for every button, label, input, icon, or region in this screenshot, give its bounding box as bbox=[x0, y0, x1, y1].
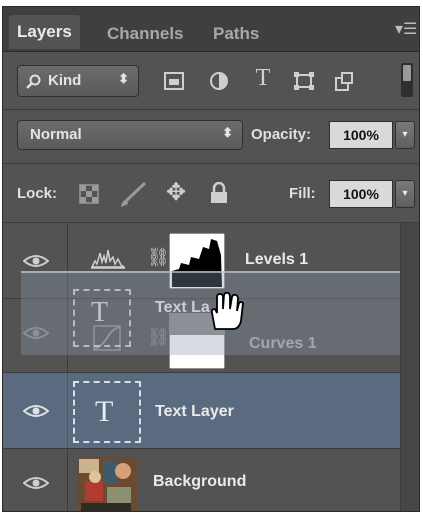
updown-arrows-icon: ⬍ bbox=[222, 125, 233, 140]
lock-position-icon[interactable]: ✥ bbox=[163, 178, 189, 207]
text-layer-thumbnail[interactable]: T bbox=[73, 381, 141, 443]
filter-toggle-switch[interactable] bbox=[401, 63, 413, 97]
smart-object-filter-icon[interactable] bbox=[333, 71, 355, 91]
shape-filter-icon[interactable] bbox=[293, 71, 315, 91]
lock-row: Lock: ✥ Fill: 100% ▾ bbox=[3, 164, 419, 222]
lock-label: Lock: bbox=[17, 185, 58, 202]
layer-name: Levels 1 bbox=[245, 251, 309, 268]
hand-cursor-icon bbox=[210, 291, 244, 330]
lock-image-icon[interactable] bbox=[119, 180, 149, 208]
fill-input[interactable]: 100% bbox=[329, 180, 393, 208]
panel-tab-bar: Layers Channels Paths ▾☰ bbox=[3, 7, 419, 52]
opacity-dropdown-button[interactable]: ▾ bbox=[395, 121, 415, 149]
layers-scrollbar[interactable] bbox=[400, 223, 419, 511]
kind-filter-label: Kind bbox=[48, 72, 82, 89]
filter-row: Kind ⬍ T bbox=[3, 51, 419, 109]
visibility-eye-icon[interactable] bbox=[23, 253, 49, 269]
tab-paths[interactable]: Paths bbox=[205, 17, 267, 51]
tab-layers[interactable]: Layers bbox=[9, 15, 80, 49]
layers-panel: Layers Channels Paths ▾☰ Kind ⬍ T Normal… bbox=[2, 6, 420, 512]
kind-filter-select[interactable]: Kind ⬍ bbox=[17, 65, 139, 97]
adjustment-filter-icon[interactable] bbox=[209, 71, 229, 91]
opacity-label: Opacity: bbox=[251, 126, 312, 143]
tab-channels[interactable]: Channels bbox=[99, 17, 192, 51]
image-filter-icon[interactable] bbox=[163, 71, 185, 91]
blend-row: Normal ⬍ Opacity: 100% ▾ bbox=[3, 110, 419, 160]
search-icon bbox=[26, 74, 41, 89]
drag-ghost-layer: T Text La bbox=[21, 271, 401, 355]
blend-mode-select[interactable]: Normal ⬍ bbox=[17, 120, 243, 150]
visibility-eye-icon[interactable] bbox=[23, 403, 49, 419]
fill-label: Fill: bbox=[289, 185, 316, 202]
lock-all-icon[interactable] bbox=[209, 182, 229, 204]
fill-dropdown-button[interactable]: ▾ bbox=[395, 180, 415, 208]
drag-ghost-thumbnail: T bbox=[73, 289, 131, 347]
layer-name: Background bbox=[153, 473, 247, 490]
panel-menu-icon[interactable]: ▾☰ bbox=[395, 22, 417, 38]
blend-mode-value: Normal bbox=[30, 126, 82, 143]
layer-row-background[interactable]: Background bbox=[3, 448, 419, 512]
background-thumbnail[interactable] bbox=[77, 457, 137, 512]
drag-ghost-label: Text La bbox=[155, 299, 210, 316]
lock-transparent-icon[interactable] bbox=[79, 184, 99, 204]
type-filter-icon[interactable]: T bbox=[251, 65, 275, 92]
layer-row-text-selected[interactable]: T Text Layer bbox=[3, 372, 419, 448]
type-icon: T bbox=[95, 395, 114, 428]
visibility-eye-icon[interactable] bbox=[23, 475, 49, 491]
link-chain-icon[interactable]: ⛓ bbox=[147, 247, 170, 268]
layer-name: Text Layer bbox=[155, 403, 234, 420]
levels-adjustment-icon bbox=[91, 249, 125, 269]
opacity-input[interactable]: 100% bbox=[329, 121, 393, 149]
type-icon: T bbox=[91, 297, 109, 328]
updown-arrows-icon: ⬍ bbox=[118, 71, 129, 86]
